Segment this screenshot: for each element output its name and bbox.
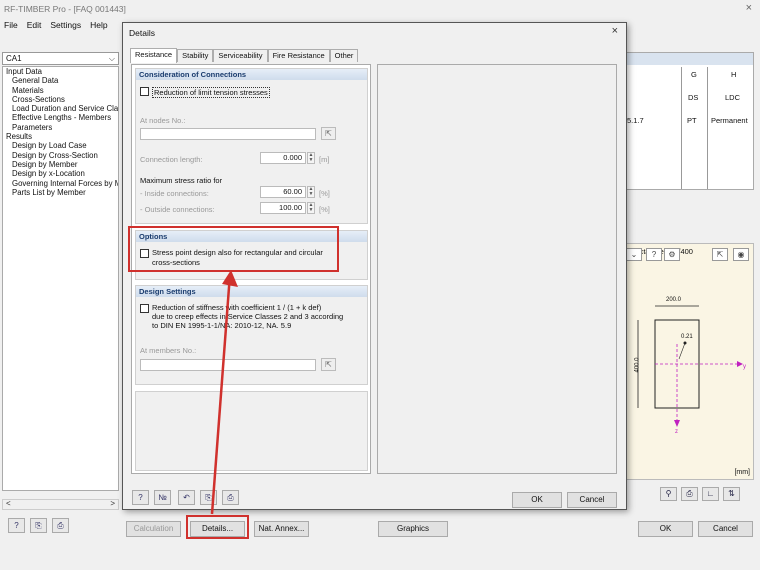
highlight-arrow — [210, 270, 238, 515]
